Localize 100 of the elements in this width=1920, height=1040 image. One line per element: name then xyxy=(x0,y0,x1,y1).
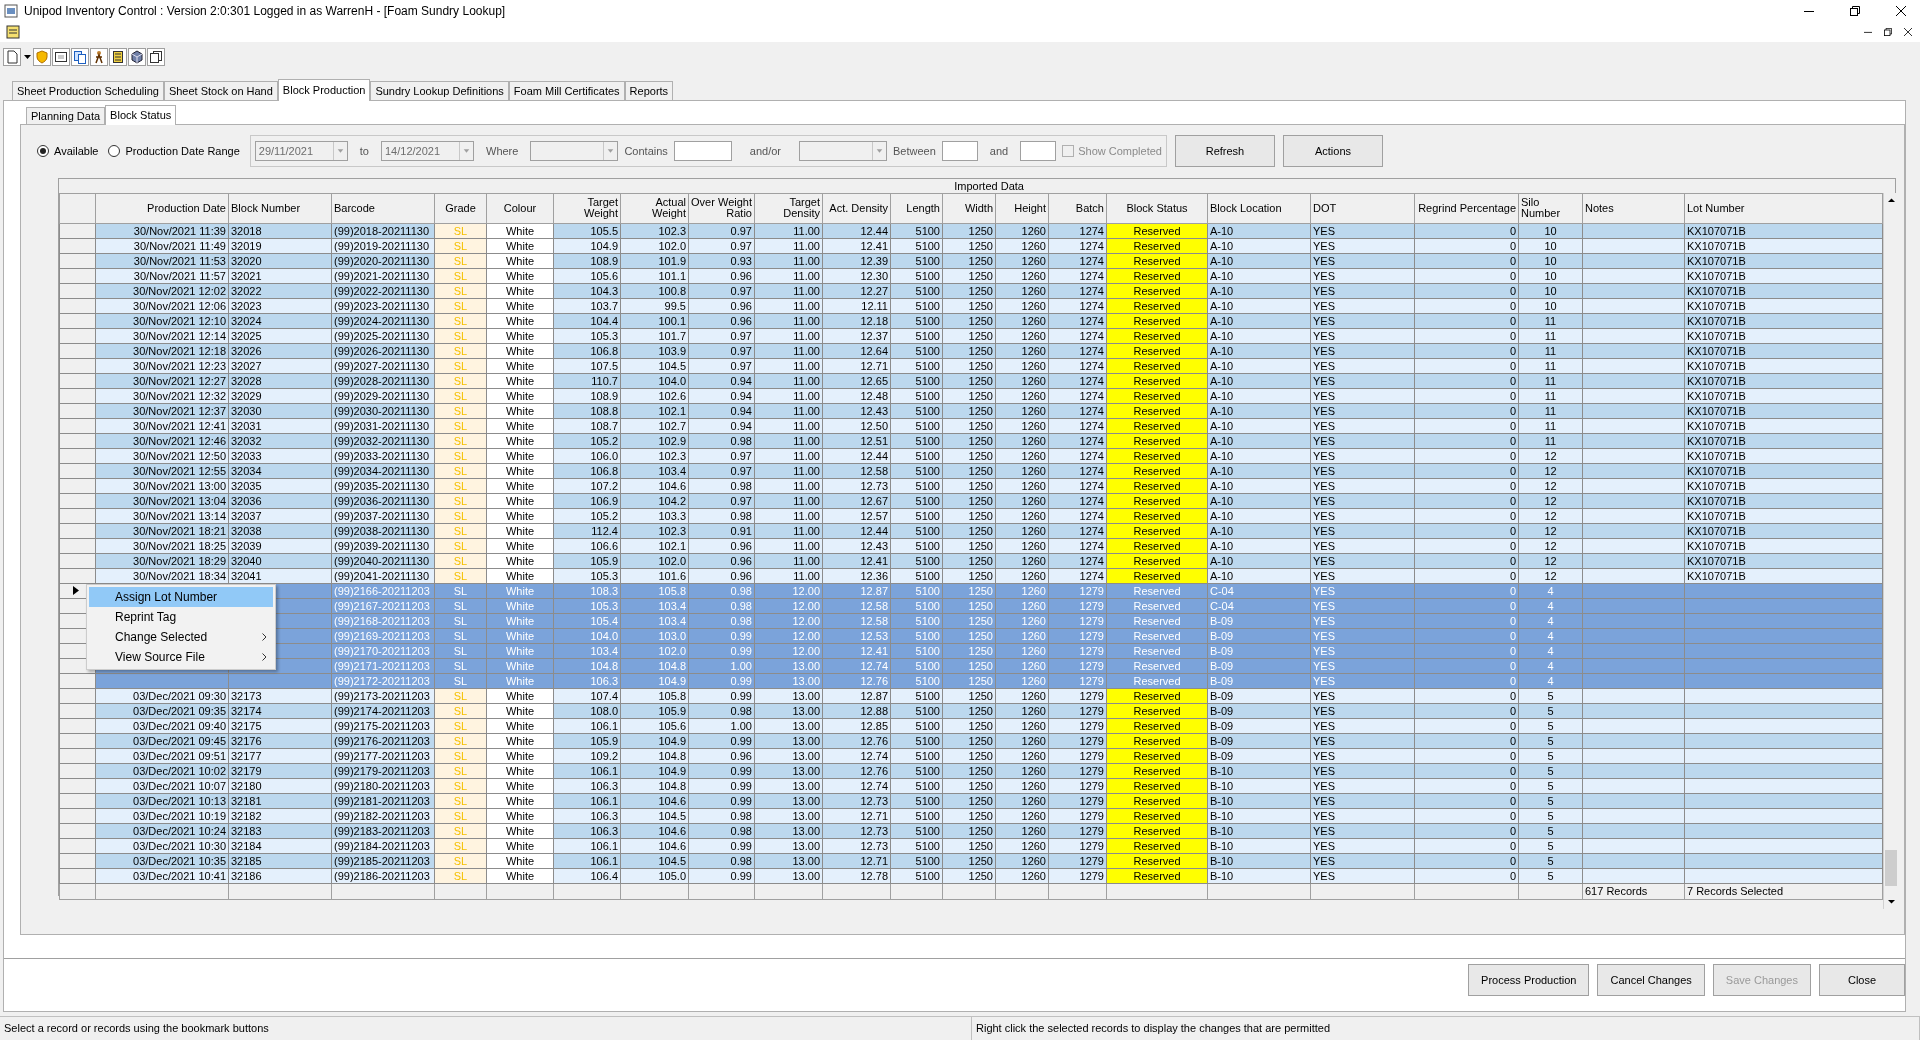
table-cell: 5100 xyxy=(890,388,943,403)
table-cell: 5 xyxy=(1518,763,1583,778)
column-header[interactable]: Target Weight xyxy=(553,193,621,223)
table-cell: 11 xyxy=(1518,418,1583,433)
table-cell: 12.36 xyxy=(822,568,891,583)
table-cell: Reserved xyxy=(1106,598,1208,613)
close-icon[interactable] xyxy=(1896,6,1906,16)
column-header[interactable]: Block Status xyxy=(1106,193,1208,223)
table-cell: (99)2174-20211203 xyxy=(331,703,435,718)
action-button[interactable]: Process Production xyxy=(1468,964,1590,996)
contains-field[interactable] xyxy=(673,141,732,161)
table-cell: A-10 xyxy=(1207,463,1311,478)
column-header[interactable]: Target Density xyxy=(754,193,823,223)
table-cell: (99)2026-20211130 xyxy=(331,343,435,358)
to-value-field[interactable] xyxy=(1020,141,1057,161)
action-button[interactable]: Cancel Changes xyxy=(1597,964,1705,996)
andor-dropdown[interactable] xyxy=(799,141,888,161)
column-header[interactable]: Length xyxy=(890,193,943,223)
tab[interactable]: Sheet Stock on Hand xyxy=(163,81,278,100)
close-icon[interactable] xyxy=(1904,28,1912,36)
column-header[interactable]: Barcode xyxy=(331,193,435,223)
table-cell: 0.93 xyxy=(688,253,755,268)
column-header[interactable]: Grade xyxy=(434,193,487,223)
pages-icon[interactable] xyxy=(147,48,165,66)
restore-icon[interactable] xyxy=(1850,6,1860,16)
where-dropdown[interactable] xyxy=(530,141,619,161)
radio-button[interactable]: Production Date Range xyxy=(108,142,240,160)
cube-icon[interactable] xyxy=(128,48,146,66)
date-field[interactable]: 29/11/2021 xyxy=(254,141,348,161)
table-cell: (99)2036-20211130 xyxy=(331,493,435,508)
column-header[interactable]: Actual Weight xyxy=(620,193,689,223)
table-cell: YES xyxy=(1310,538,1415,553)
column-header[interactable]: Block Number xyxy=(228,193,332,223)
column-header[interactable]: Silo Number xyxy=(1518,193,1583,223)
column-header[interactable]: Regrind Percentage xyxy=(1414,193,1519,223)
column-header[interactable]: Over Weight Ratio xyxy=(688,193,755,223)
column-header[interactable]: Block Location xyxy=(1207,193,1311,223)
radio-button[interactable]: Available xyxy=(37,142,99,160)
restore-icon[interactable] xyxy=(1884,28,1892,36)
table-cell: 5100 xyxy=(890,628,943,643)
tab[interactable]: Sundry Lookup Definitions xyxy=(370,81,509,100)
table-cell: YES xyxy=(1310,673,1415,688)
table-cell: 108.0 xyxy=(553,703,621,718)
table-cell: 5100 xyxy=(890,688,943,703)
tab[interactable]: Planning Data xyxy=(26,107,106,124)
column-header[interactable]: Notes xyxy=(1582,193,1685,223)
table-cell: 106.0 xyxy=(553,448,621,463)
column-header[interactable]: Batch xyxy=(1048,193,1107,223)
table-cell: 106.8 xyxy=(553,463,621,478)
copy-icon[interactable] xyxy=(71,48,89,66)
table-cell: 105.5 xyxy=(553,223,621,238)
table-cell: 103.4 xyxy=(620,598,689,613)
table-cell: 5100 xyxy=(890,703,943,718)
table-cell: 110.7 xyxy=(553,373,621,388)
column-header[interactable]: Production Date xyxy=(95,193,229,223)
column-header[interactable]: Width xyxy=(942,193,996,223)
toolbar-button[interactable]: Refresh xyxy=(1175,135,1275,167)
table-cell: 0 xyxy=(1414,748,1519,763)
tab[interactable]: Block Production xyxy=(277,79,371,101)
from-value-field[interactable] xyxy=(941,141,978,161)
table-cell: 5100 xyxy=(890,733,943,748)
table-cell: 12.73 xyxy=(822,823,891,838)
scroll-thumb[interactable] xyxy=(1885,850,1898,886)
table-cell: 1250 xyxy=(942,478,996,493)
table-cell: KX107071B xyxy=(1684,238,1883,253)
table-cell: 11.00 xyxy=(754,478,823,493)
figure-icon[interactable] xyxy=(90,48,108,66)
tab[interactable]: Reports xyxy=(624,81,674,100)
menu-item[interactable]: Reprint Tag xyxy=(89,607,273,627)
field-label: to xyxy=(359,143,369,159)
calculator-icon[interactable] xyxy=(109,48,127,66)
table-cell: YES xyxy=(1310,493,1415,508)
table-cell: A-10 xyxy=(1207,388,1311,403)
table-cell: 5100 xyxy=(890,373,943,388)
table-cell: 30/Nov/2021 12:50 xyxy=(95,448,229,463)
action-button[interactable]: Close xyxy=(1819,964,1905,996)
table-cell: 1274 xyxy=(1048,493,1107,508)
column-header[interactable]: Act. Density xyxy=(822,193,891,223)
table-cell: 0 xyxy=(1414,418,1519,433)
table-cell: 1279 xyxy=(1048,868,1107,883)
tab[interactable]: Sheet Production Scheduling xyxy=(12,81,164,100)
frame-icon[interactable] xyxy=(52,48,70,66)
column-header[interactable]: Colour xyxy=(486,193,554,223)
table-cell: 103.9 xyxy=(620,343,689,358)
table-cell: (99)2034-20211130 xyxy=(331,463,435,478)
table-cell: 12 xyxy=(1518,448,1583,463)
menu-item[interactable]: Change Selected xyxy=(89,627,273,647)
table-cell: 0.96 xyxy=(688,748,755,763)
menu-item[interactable]: Assign Lot Number xyxy=(89,587,273,607)
table-cell: 11.00 xyxy=(754,508,823,523)
date-field[interactable]: 14/12/2021 xyxy=(381,141,474,161)
table-cell: 0.97 xyxy=(688,343,755,358)
column-header[interactable]: Lot Number xyxy=(1684,193,1883,223)
tab[interactable]: Foam Mill Certificates xyxy=(508,81,625,100)
toolbar-button[interactable]: Actions xyxy=(1283,135,1383,167)
column-header[interactable]: DOT xyxy=(1310,193,1415,223)
column-header[interactable]: Height xyxy=(995,193,1049,223)
tab[interactable]: Block Status xyxy=(105,105,177,125)
table-cell: B-10 xyxy=(1207,868,1311,883)
menu-item[interactable]: View Source File xyxy=(89,647,273,667)
